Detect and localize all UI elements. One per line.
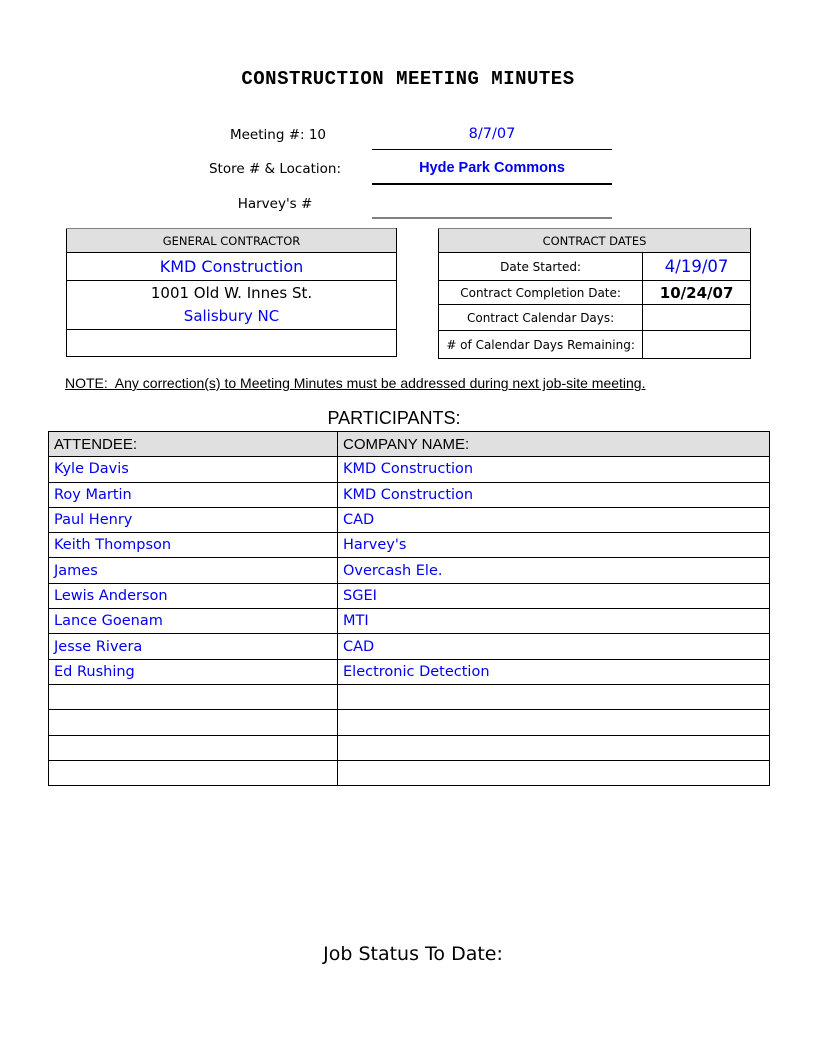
contract-dates-table: CONTRACT DATES Date Started: 4/19/07 Con… (437, 228, 751, 359)
company-cell[interactable]: SGEI (337, 582, 770, 610)
harveys-number-field[interactable] (372, 195, 612, 213)
attendee-cell[interactable]: Kyle Davis (48, 456, 338, 483)
participant-row (48, 709, 770, 736)
company-cell[interactable] (337, 734, 770, 761)
company-column-header: COMPANY NAME: (337, 430, 770, 458)
correction-note: NOTE: Any correction(s) to Meeting Minut… (65, 375, 646, 391)
general-contractor-header: GENERAL CONTRACTOR (66, 228, 397, 253)
general-contractor-address[interactable]: 1001 Old W. Innes St. Salisbury NC (66, 280, 397, 330)
contract-dates-header: CONTRACT DATES (438, 228, 751, 253)
participant-row: Keith Thompson Harvey's (48, 532, 770, 559)
calendar-days-label: Contract Calendar Days: (437, 304, 644, 331)
general-contractor-company[interactable]: KMD Construction (66, 252, 397, 281)
job-status-heading: Job Status To Date: (323, 943, 503, 965)
participants-title: PARTICIPANTS: (327, 408, 461, 428)
completion-date-label: Contract Completion Date: (437, 280, 644, 305)
participant-row (48, 759, 770, 787)
company-cell[interactable]: Harvey's (337, 532, 770, 559)
attendee-cell[interactable] (48, 709, 338, 736)
address-line-1: 1001 Old W. Innes St. (150, 284, 313, 302)
date-started-value[interactable]: 4/19/07 (642, 252, 751, 281)
store-location-label: Store # & Location: (208, 161, 342, 177)
general-contractor-extra[interactable] (66, 329, 397, 357)
harveys-number-label: Harvey's # (237, 196, 313, 212)
document-title: CONSTRUCTION MEETING MINUTES (241, 68, 575, 90)
participants-table: ATTENDEE: COMPANY NAME: Kyle Davis KMD Co… (48, 430, 770, 787)
attendee-cell[interactable] (48, 734, 338, 761)
company-cell[interactable]: KMD Construction (337, 481, 770, 508)
meeting-number-label: Meeting #: 10 (229, 127, 327, 143)
general-contractor-table: GENERAL CONTRACTOR KMD Construction 1001… (66, 228, 397, 357)
participant-row: Lewis Anderson SGEI (48, 582, 770, 610)
company-cell[interactable]: MTI (337, 608, 770, 635)
days-remaining-value[interactable] (642, 330, 751, 359)
company-cell[interactable]: CAD (337, 506, 770, 534)
harveys-number-underline (372, 217, 612, 219)
attendee-cell[interactable] (48, 759, 338, 787)
attendee-cell[interactable]: James (48, 557, 338, 584)
attendee-cell[interactable]: Lance Goenam (48, 608, 338, 635)
company-cell[interactable] (337, 709, 770, 736)
participant-row (48, 683, 770, 711)
participant-row (48, 734, 770, 761)
participant-row: Ed Rushing Electronic Detection (48, 658, 770, 685)
completion-date-value[interactable]: 10/24/07 (642, 280, 751, 305)
participant-row: Roy Martin KMD Construction (48, 481, 770, 508)
days-remaining-label: # of Calendar Days Remaining: (437, 330, 644, 359)
store-location-underline (372, 183, 612, 185)
participant-row: Jesse Rivera CAD (48, 633, 770, 660)
company-cell[interactable]: Electronic Detection (337, 658, 770, 685)
attendee-cell[interactable]: Paul Henry (48, 506, 338, 534)
company-cell[interactable]: KMD Construction (337, 456, 770, 483)
company-cell[interactable] (337, 759, 770, 787)
attendee-cell[interactable]: Roy Martin (48, 481, 338, 508)
store-location-field[interactable]: Hyde Park Commons (372, 160, 612, 176)
participant-row: Kyle Davis KMD Construction (48, 456, 770, 483)
participant-row: Paul Henry CAD (48, 506, 770, 534)
company-cell[interactable]: CAD (337, 633, 770, 660)
company-cell[interactable] (337, 683, 770, 711)
attendee-cell[interactable]: Keith Thompson (48, 532, 338, 559)
meeting-date-underline (372, 149, 612, 150)
participant-row: Lance Goenam MTI (48, 608, 770, 635)
attendee-cell[interactable]: Jesse Rivera (48, 633, 338, 660)
company-cell[interactable]: Overcash Ele. (337, 557, 770, 584)
meeting-date-field[interactable]: 8/7/07 (372, 126, 612, 142)
attendee-column-header: ATTENDEE: (48, 430, 338, 458)
participant-row: James Overcash Ele. (48, 557, 770, 584)
calendar-days-value[interactable] (642, 304, 751, 331)
date-started-label: Date Started: (437, 252, 644, 281)
attendee-cell[interactable]: Lewis Anderson (48, 582, 338, 610)
attendee-cell[interactable]: Ed Rushing (48, 658, 338, 685)
attendee-cell[interactable] (48, 683, 338, 711)
address-line-2: Salisbury NC (183, 307, 280, 325)
